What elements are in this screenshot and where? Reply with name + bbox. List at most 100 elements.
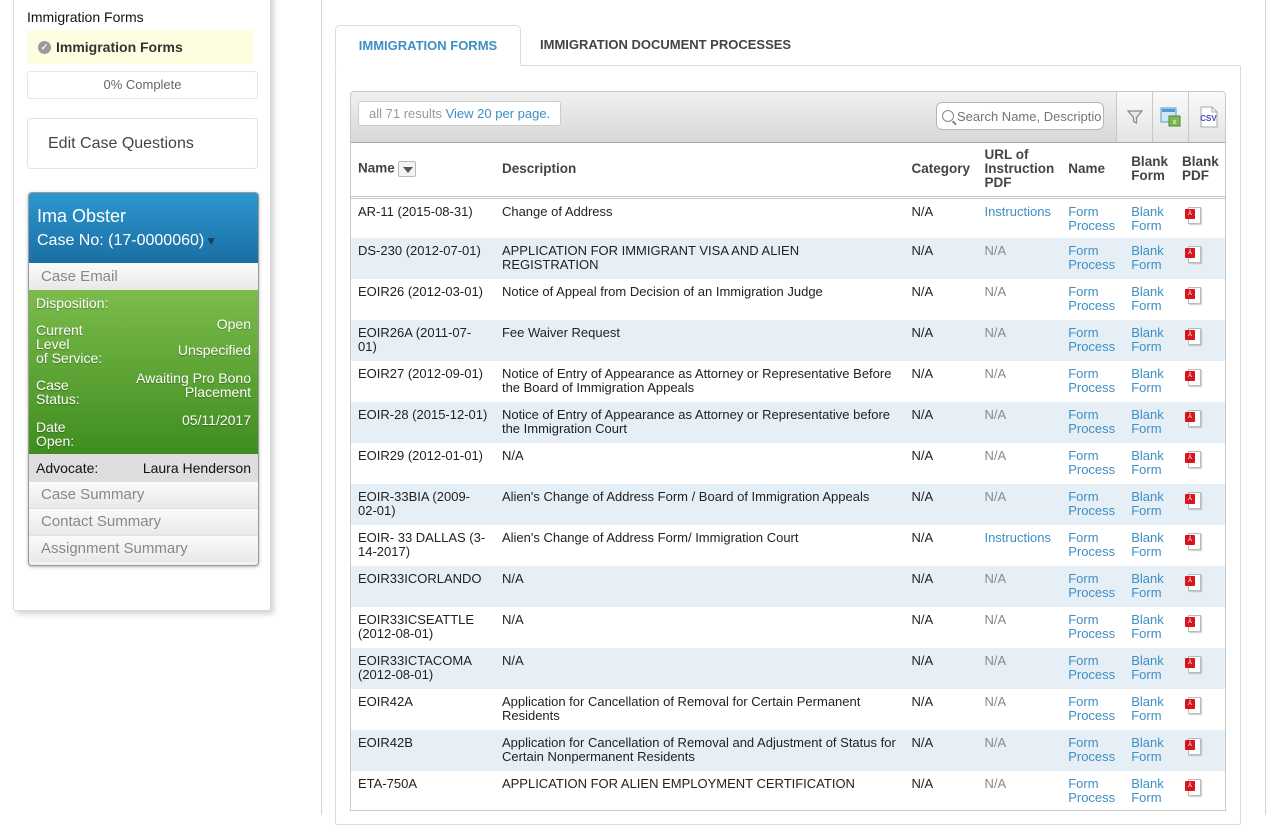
form-process-link[interactable]: Form Process — [1068, 571, 1115, 600]
table-row: EOIR26A (2011-07-01)Fee Waiver RequestN/… — [351, 320, 1226, 361]
pdf-icon[interactable]: ⅄ — [1185, 245, 1201, 264]
pdf-badge: ⅄ — [1185, 330, 1195, 340]
cell-form-name: EOIR33ICORLANDO — [351, 566, 495, 607]
cell-category: N/A — [904, 238, 977, 279]
instructions-link[interactable]: Instructions — [984, 204, 1050, 219]
pdf-badge: ⅄ — [1185, 412, 1195, 422]
header-url-line2: Instruction — [984, 161, 1054, 176]
blank-form-link[interactable]: Blank Form — [1131, 571, 1164, 600]
blank-form-link[interactable]: Blank Form — [1131, 366, 1164, 395]
assignment-summary-link[interactable]: Assignment Summary — [29, 535, 258, 562]
blank-form-link[interactable]: Blank Form — [1131, 448, 1164, 477]
blank-form-link[interactable]: Blank Form — [1131, 530, 1164, 559]
pdf-icon[interactable]: ⅄ — [1185, 573, 1201, 592]
pdf-icon[interactable]: ⅄ — [1185, 409, 1201, 428]
blank-form-link[interactable]: Blank Form — [1131, 653, 1164, 682]
tab-immigration-document-processes[interactable]: IMMIGRATION DOCUMENT PROCESSES — [540, 25, 791, 66]
form-process-link[interactable]: Form Process — [1068, 448, 1115, 477]
header-blank-form-line2: Form — [1131, 168, 1165, 183]
pdf-icon[interactable]: ⅄ — [1185, 696, 1201, 715]
instructions-link: N/A — [984, 735, 1006, 750]
search-input[interactable] — [957, 109, 1102, 124]
instructions-link: N/A — [984, 489, 1006, 504]
instructions-link: N/A — [984, 284, 1006, 299]
blank-form-link[interactable]: Blank Form — [1131, 489, 1164, 518]
excel-export-icon: x — [1160, 106, 1182, 128]
form-process-link[interactable]: Form Process — [1068, 204, 1115, 233]
form-process-link[interactable]: Form Process — [1068, 407, 1115, 436]
header-category[interactable]: Category — [904, 143, 977, 197]
pdf-icon[interactable]: ⅄ — [1185, 778, 1201, 797]
search-field[interactable] — [936, 102, 1104, 130]
advocate-label: Advocate: — [36, 460, 98, 476]
form-process-link[interactable]: Form Process — [1068, 694, 1115, 723]
header-blank-pdf[interactable]: BlankPDF — [1175, 143, 1226, 197]
header-description[interactable]: Description — [495, 143, 905, 197]
pdf-icon[interactable]: ⅄ — [1185, 491, 1201, 510]
contact-summary-link[interactable]: Contact Summary — [29, 508, 258, 535]
pdf-icon[interactable]: ⅄ — [1185, 206, 1201, 225]
form-process-link[interactable]: Form Process — [1068, 653, 1115, 682]
view-per-page-link[interactable]: View 20 per page. — [446, 106, 551, 121]
case-summary-link[interactable]: Case Summary — [29, 481, 258, 508]
form-process-link[interactable]: Form Process — [1068, 489, 1115, 518]
current-step-item[interactable]: ✓ Immigration Forms — [27, 30, 253, 64]
blank-form-link[interactable]: Blank Form — [1131, 204, 1164, 233]
table-row: EOIR33ICSEATTLE (2012-08-01)N/AN/AN/AFor… — [351, 607, 1226, 648]
edit-case-questions-button[interactable]: Edit Case Questions — [27, 118, 258, 169]
header-instruction-url[interactable]: URL ofInstructionPDF — [977, 143, 1061, 197]
header-form-name[interactable]: Name — [1061, 143, 1124, 197]
excel-export-button[interactable]: x — [1152, 92, 1188, 142]
blank-form-link[interactable]: Blank Form — [1131, 612, 1164, 641]
instructions-link[interactable]: Instructions — [984, 530, 1050, 545]
pdf-icon[interactable]: ⅄ — [1185, 286, 1201, 305]
tab-immigration-forms[interactable]: IMMIGRATION FORMS — [335, 25, 521, 66]
header-blank-pdf-line1: Blank — [1182, 154, 1219, 169]
cell-description: N/A — [495, 566, 905, 607]
form-process-link[interactable]: Form Process — [1068, 735, 1115, 764]
pdf-icon[interactable]: ⅄ — [1185, 655, 1201, 674]
pdf-icon[interactable]: ⅄ — [1185, 614, 1201, 633]
filter-button[interactable] — [1116, 92, 1152, 142]
pdf-icon[interactable]: ⅄ — [1185, 532, 1201, 551]
sort-dropdown-button[interactable] — [398, 161, 416, 177]
pdf-icon[interactable]: ⅄ — [1185, 327, 1201, 346]
cell-category: N/A — [904, 648, 977, 689]
blank-form-link[interactable]: Blank Form — [1131, 407, 1164, 436]
form-process-link[interactable]: Form Process — [1068, 530, 1115, 559]
pdf-badge: ⅄ — [1185, 576, 1195, 586]
form-process-link[interactable]: Form Process — [1068, 612, 1115, 641]
form-process-link[interactable]: Form Process — [1068, 325, 1115, 354]
cell-form-name: EOIR26 (2012-03-01) — [351, 279, 495, 320]
disposition-value: Open — [217, 318, 251, 331]
blank-form-link[interactable]: Blank Form — [1131, 776, 1164, 805]
table-row: EOIR27 (2012-09-01)Notice of Entry of Ap… — [351, 361, 1226, 402]
pdf-icon[interactable]: ⅄ — [1185, 450, 1201, 469]
table-header-row: Name Description Category URL ofInstruct… — [351, 143, 1226, 197]
header-name[interactable]: Name — [351, 143, 495, 197]
form-process-link[interactable]: Form Process — [1068, 366, 1115, 395]
case-number-dropdown[interactable]: Case No: (17-0000060) ▼ — [37, 231, 250, 251]
blank-form-link[interactable]: Blank Form — [1131, 284, 1164, 313]
form-process-link[interactable]: Form Process — [1068, 243, 1115, 272]
header-blank-form[interactable]: BlankForm — [1124, 143, 1175, 197]
client-name: Ima Obster — [37, 205, 250, 227]
blank-form-link[interactable]: Blank Form — [1131, 735, 1164, 764]
cell-category: N/A — [904, 689, 977, 730]
pdf-icon[interactable]: ⅄ — [1185, 737, 1201, 756]
case-email-link[interactable]: Case Email — [29, 263, 258, 290]
csv-label: CSV — [1200, 114, 1217, 123]
csv-export-button[interactable]: CSV — [1188, 92, 1226, 142]
blank-form-link[interactable]: Blank Form — [1131, 325, 1164, 354]
cell-description: Application for Cancellation of Removal … — [495, 730, 905, 771]
header-blank-pdf-line2: PDF — [1182, 168, 1209, 183]
cell-form-name: DS-230 (2012-07-01) — [351, 238, 495, 279]
blank-form-link[interactable]: Blank Form — [1131, 694, 1164, 723]
cell-form-name: EOIR33ICSEATTLE (2012-08-01) — [351, 607, 495, 648]
pdf-badge: ⅄ — [1185, 494, 1195, 504]
table-row: EOIR29 (2012-01-01)N/AN/AN/AForm Process… — [351, 443, 1226, 484]
form-process-link[interactable]: Form Process — [1068, 284, 1115, 313]
form-process-link[interactable]: Form Process — [1068, 776, 1115, 805]
pdf-icon[interactable]: ⅄ — [1185, 368, 1201, 387]
blank-form-link[interactable]: Blank Form — [1131, 243, 1164, 272]
